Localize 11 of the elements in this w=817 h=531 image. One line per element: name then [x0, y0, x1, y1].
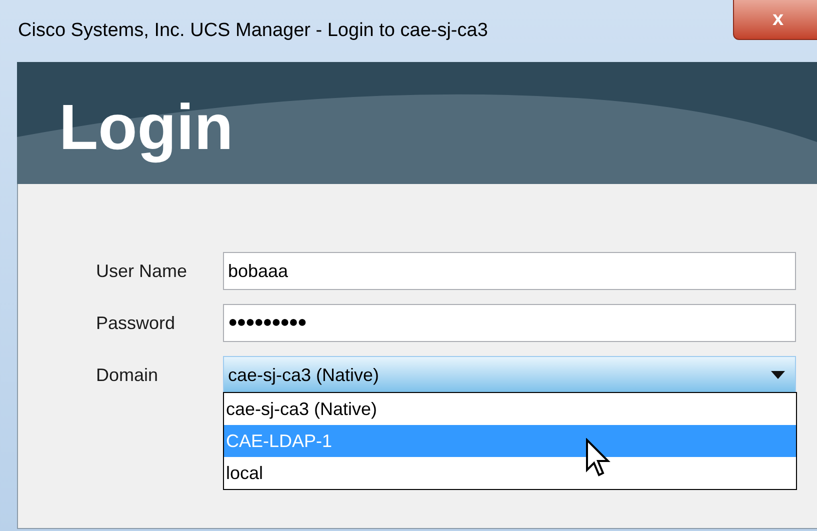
field-label: User Name [96, 260, 188, 282]
dropdown-arrow-icon [771, 371, 785, 379]
field-label: Password [96, 312, 176, 334]
dropdown-option[interactable]: local [224, 457, 796, 489]
domain-dropdown[interactable]: cae-sj-ca3 (Native) [223, 356, 796, 394]
user-name-field[interactable]: bobaaa [223, 252, 796, 290]
dropdown-option[interactable]: cae-sj-ca3 (Native) [224, 393, 796, 425]
password-field[interactable]: ●●●●●●●●● [223, 304, 796, 342]
mouse-pointer-icon [585, 438, 611, 478]
field-label: Domain [96, 364, 160, 386]
window-title: Cisco Systems, Inc. UCS Manager - Login to cae-sj-ca3 [18, 18, 488, 43]
